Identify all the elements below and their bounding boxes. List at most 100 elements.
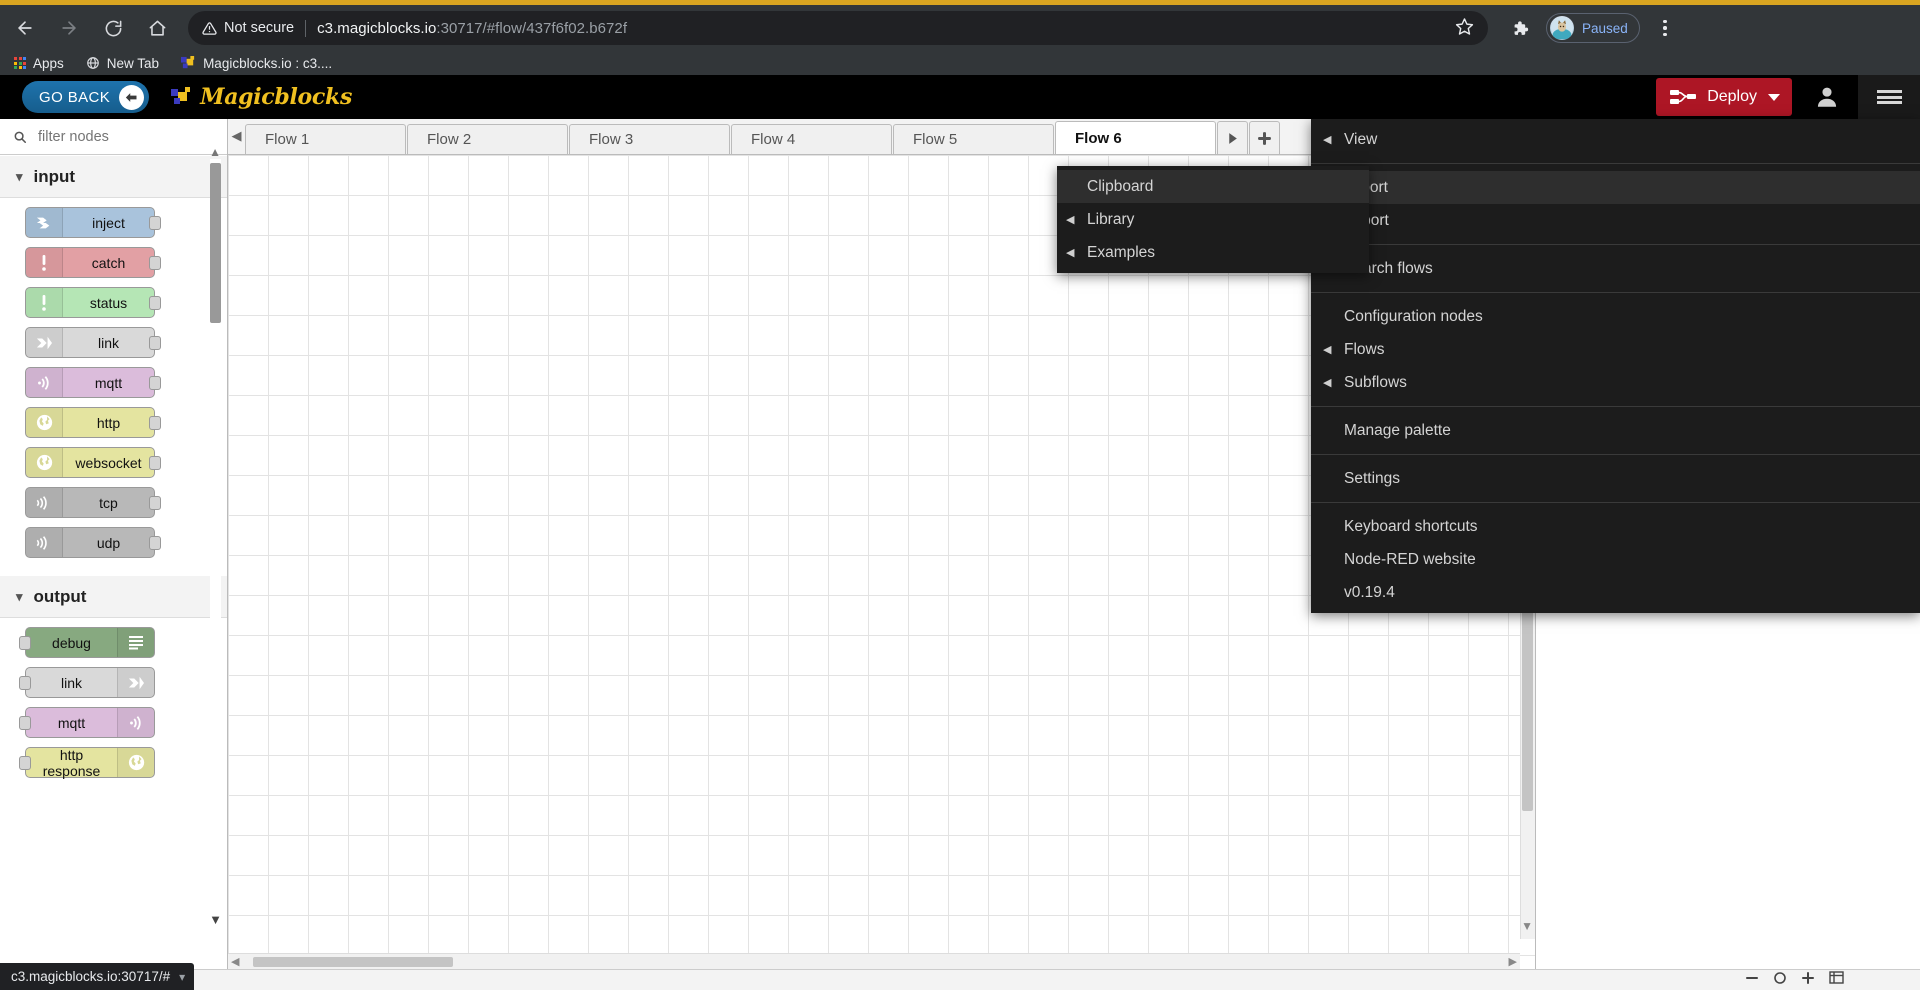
canvas-scroll-right-icon[interactable]: ▶ — [1509, 955, 1517, 968]
flow-tab-3[interactable]: Flow 3 — [569, 124, 730, 154]
menu-item-node-red-website[interactable]: Node-RED website — [1311, 543, 1920, 576]
menu-item-label: Configuration nodes — [1344, 307, 1483, 325]
menu-item-manage-palette[interactable]: Manage palette — [1311, 414, 1920, 447]
menu-item-settings[interactable]: Settings — [1311, 462, 1920, 495]
security-status[interactable]: Not secure — [202, 20, 294, 36]
palette-node-mqtt-out[interactable]: mqtt — [19, 707, 155, 738]
menu-item-flows[interactable]: ◀ Flows — [1311, 333, 1920, 366]
scroll-up-icon[interactable]: ▲ — [209, 145, 221, 159]
node-output-port[interactable] — [149, 296, 161, 310]
flow-tab-label: Flow 3 — [589, 131, 634, 148]
hamburger-menu-icon[interactable] — [1858, 75, 1920, 119]
palette-node-catch[interactable]: catch — [25, 247, 161, 278]
broadcast-icon — [26, 368, 63, 397]
node-output-port[interactable] — [149, 336, 161, 350]
search-input[interactable] — [36, 127, 206, 146]
menu-item-label: Settings — [1344, 469, 1401, 487]
node-output-port[interactable] — [149, 496, 161, 510]
node-output-port[interactable] — [149, 216, 161, 230]
go-back-button[interactable]: GO BACK — [22, 81, 150, 113]
node-label: udp — [96, 534, 121, 551]
add-flow-button[interactable] — [1249, 121, 1280, 154]
node-input-port[interactable] — [19, 636, 31, 650]
user-icon[interactable] — [1796, 75, 1858, 119]
forward-icon[interactable] — [50, 9, 88, 47]
submenu-item-library[interactable]: ◀ Library — [1057, 203, 1369, 236]
node-input-port[interactable] — [19, 676, 31, 690]
palette-category-output[interactable]: ▾ output — [0, 576, 227, 618]
palette-node-websocket-in[interactable]: websocket — [25, 447, 161, 478]
deploy-button[interactable]: Deploy — [1656, 78, 1792, 116]
node-output-port[interactable] — [149, 456, 161, 470]
bookmark-magicblocks[interactable]: Magicblocks.io : c3.... — [181, 55, 332, 71]
flow-tab-1[interactable]: Flow 1 — [245, 124, 406, 154]
profile-chip[interactable]: Paused — [1546, 13, 1640, 43]
palette-node-link-out[interactable]: link — [19, 667, 155, 698]
node-input-port[interactable] — [19, 756, 31, 770]
palette-node-tcp-in[interactable]: tcp — [25, 487, 161, 518]
node-output-port[interactable] — [149, 416, 161, 430]
address-bar[interactable]: Not secure c3.magicblocks.io:30717/#flow… — [188, 11, 1488, 45]
menu-item-export[interactable]: ◀ Export — [1311, 204, 1920, 237]
flow-tab-5[interactable]: Flow 5 — [893, 124, 1054, 154]
menu-item-view[interactable]: ◀ View — [1311, 123, 1920, 156]
palette-node-status[interactable]: status — [25, 287, 161, 318]
hamburger-line — [1876, 90, 1902, 93]
scroll-down-icon[interactable]: ▼ — [209, 912, 222, 927]
palette-category-input[interactable]: ▾ input — [0, 156, 227, 198]
menu-separator — [1311, 454, 1920, 455]
node-label: mqtt — [94, 374, 123, 391]
submenu-arrow-icon: ◀ — [1323, 134, 1332, 146]
tab-scroll-right-button[interactable] — [1217, 121, 1248, 154]
palette-node-udp-in[interactable]: udp — [25, 527, 161, 558]
brand: Magicblocks — [171, 84, 352, 110]
puzzle-piece-icon[interactable] — [1500, 9, 1538, 47]
back-icon[interactable] — [6, 9, 44, 47]
three-dots-menu-icon[interactable] — [1648, 11, 1682, 45]
node-output-port[interactable] — [149, 536, 161, 550]
palette-node-mqtt-in[interactable]: mqtt — [25, 367, 161, 398]
bookmark-new-tab[interactable]: New Tab — [86, 56, 159, 71]
canvas-scroll-left-icon[interactable]: ◀ — [231, 955, 239, 968]
canvas-horizontal-scroll-thumb[interactable] — [253, 957, 453, 967]
bookmark-star-icon[interactable] — [1455, 17, 1474, 40]
palette-node-link-in[interactable]: link — [25, 327, 161, 358]
node-input-port[interactable] — [19, 716, 31, 730]
menu-separator — [1311, 406, 1920, 407]
chevron-down-icon: ▾ — [16, 169, 23, 184]
zoom-reset-icon[interactable] — [1766, 967, 1794, 988]
menu-item-search-flows[interactable]: Search flows — [1311, 252, 1920, 285]
menu-item-keyboard-shortcuts[interactable]: Keyboard shortcuts — [1311, 510, 1920, 543]
main-dropdown-menu: ◀ View ◀ Import ◀ Export Search flows Co… — [1311, 119, 1920, 613]
flow-tab-4[interactable]: Flow 4 — [731, 124, 892, 154]
submenu-item-examples[interactable]: ◀ Examples — [1057, 236, 1369, 269]
canvas-scroll-down-icon[interactable]: ▼ — [1521, 919, 1533, 933]
chevron-down-icon[interactable] — [1768, 93, 1780, 101]
menu-item-configuration-nodes[interactable]: Configuration nodes — [1311, 300, 1920, 333]
submenu-arrow-icon: ◀ — [1066, 214, 1075, 226]
node-output-port[interactable] — [149, 376, 161, 390]
submenu-item-label: Examples — [1087, 243, 1156, 261]
submenu-item-clipboard[interactable]: Clipboard — [1057, 170, 1369, 203]
view-grid-icon[interactable] — [1822, 967, 1850, 988]
palette-node-http-response[interactable]: http response — [19, 747, 155, 779]
palette-node-debug[interactable]: debug — [19, 627, 155, 658]
zoom-in-icon[interactable] — [1794, 967, 1822, 988]
tab-scroll-left-button[interactable]: ◀ — [228, 118, 245, 154]
zoom-out-icon[interactable] — [1738, 967, 1766, 988]
menu-item-subflows[interactable]: ◀ Subflows — [1311, 366, 1920, 399]
browser-chrome: Not secure c3.magicblocks.io:30717/#flow… — [0, 0, 1920, 75]
reload-icon[interactable] — [94, 9, 132, 47]
bookmark-apps[interactable]: Apps — [14, 56, 64, 71]
menu-item-import[interactable]: ◀ Import — [1311, 171, 1920, 204]
palette-scrollbar-thumb[interactable] — [210, 163, 221, 323]
canvas-horizontal-scrollbar[interactable]: ◀ ▶ — [228, 953, 1520, 969]
node-output-port[interactable] — [149, 256, 161, 270]
palette-node-http-in[interactable]: http — [25, 407, 161, 438]
chevron-double-down-icon[interactable]: ▾ — [179, 970, 185, 984]
flow-tab-2[interactable]: Flow 2 — [407, 124, 568, 154]
home-icon[interactable] — [138, 9, 176, 47]
import-submenu: Clipboard ◀ Library ◀ Examples — [1057, 166, 1369, 273]
palette-node-inject[interactable]: inject — [25, 207, 161, 238]
flow-tab-6[interactable]: Flow 6 — [1055, 121, 1216, 154]
